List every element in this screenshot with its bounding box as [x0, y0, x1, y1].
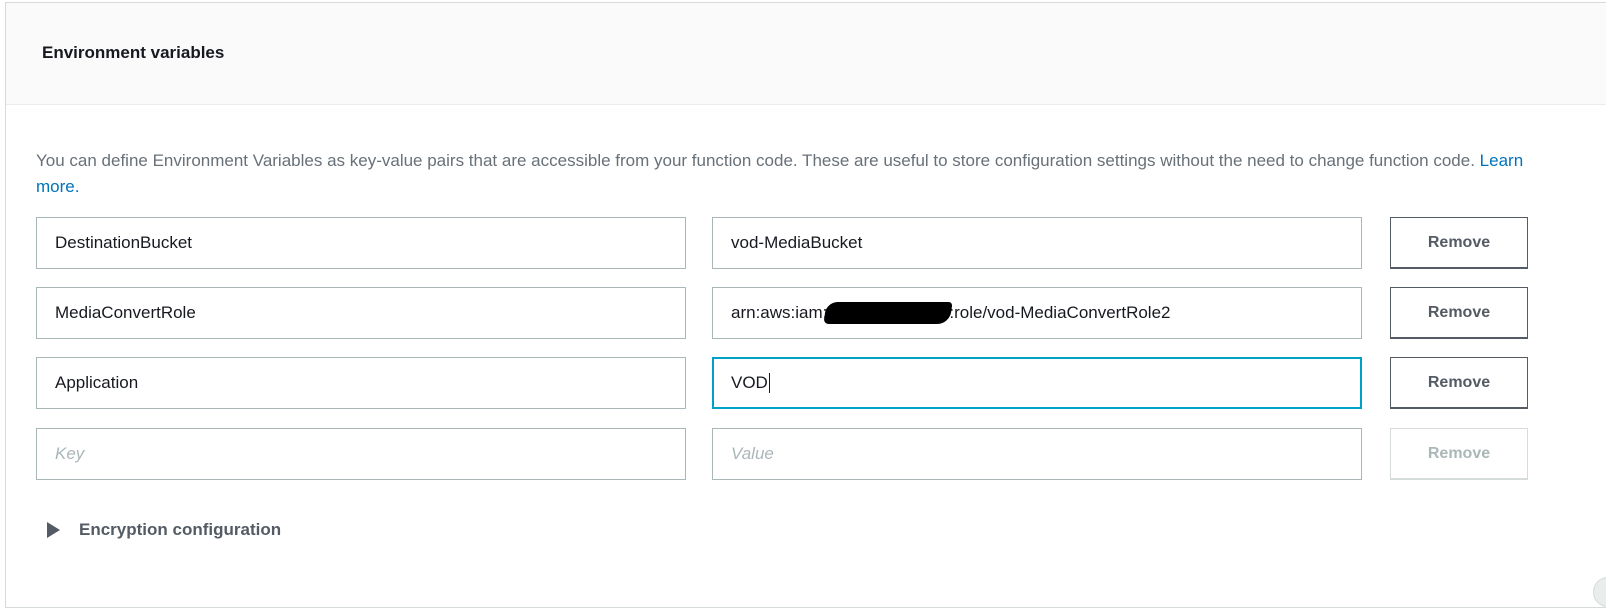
- env-var-key-input[interactable]: DestinationBucket: [36, 217, 686, 269]
- value-placeholder: Value: [731, 444, 774, 463]
- remove-button[interactable]: Remove: [1390, 217, 1528, 269]
- env-var-key-value: DestinationBucket: [55, 233, 193, 252]
- env-var-row-new: Key Value Remove: [36, 428, 1566, 480]
- redaction-mark: [823, 302, 953, 324]
- env-var-value-suffix: :role/vod-MediaConvertRole2: [949, 303, 1171, 322]
- env-var-key-value: MediaConvertRole: [55, 303, 196, 322]
- env-var-value-input-focused[interactable]: VOD: [712, 357, 1362, 409]
- env-var-row: Application VOD Remove: [36, 357, 1566, 409]
- caret-right-icon: [47, 522, 60, 538]
- text-caret: [768, 373, 770, 393]
- panel-header: Environment variables: [6, 3, 1606, 105]
- encryption-configuration-toggle[interactable]: Encryption configuration: [47, 520, 281, 540]
- env-var-value-text: vod-MediaBucket: [731, 233, 863, 252]
- env-var-key-input[interactable]: Application: [36, 357, 686, 409]
- env-var-value-prefix: arn:aws:iam:: [731, 303, 828, 322]
- env-var-value-input[interactable]: vod-MediaBucket: [712, 217, 1362, 269]
- remove-button[interactable]: Remove: [1390, 287, 1528, 339]
- key-placeholder: Key: [55, 444, 85, 463]
- env-var-key-value: Application: [55, 373, 139, 392]
- encryption-configuration-label: Encryption configuration: [79, 520, 282, 539]
- env-var-row: DestinationBucket vod-MediaBucket Remove: [36, 217, 1566, 269]
- remove-button[interactable]: Remove: [1390, 357, 1528, 409]
- env-var-row: MediaConvertRole arn:aws:iam: :role/vod-M…: [36, 287, 1566, 339]
- panel-title: Environment variables: [42, 43, 225, 62]
- env-var-value-input[interactable]: arn:aws:iam: :role/vod-MediaConvertRole2: [712, 287, 1362, 339]
- remove-button-disabled: Remove: [1390, 428, 1528, 480]
- new-value-input[interactable]: Value: [712, 428, 1362, 480]
- description-body: You can define Environment Variables as …: [36, 151, 1475, 170]
- new-key-input[interactable]: Key: [36, 428, 686, 480]
- env-var-value-text: VOD: [731, 373, 768, 392]
- env-var-key-input[interactable]: MediaConvertRole: [36, 287, 686, 339]
- description-text: You can define Environment Variables as …: [36, 148, 1566, 200]
